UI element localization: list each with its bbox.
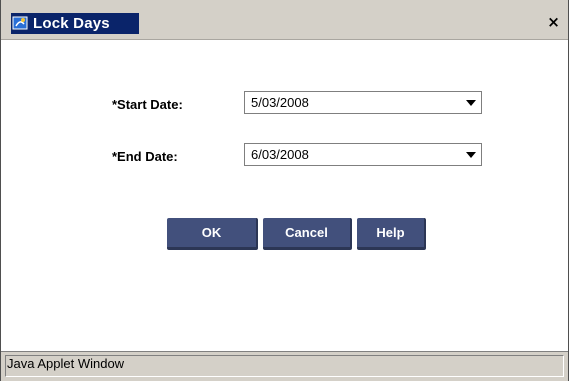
ok-button[interactable]: OK [167,218,258,250]
end-date-row: *End Date: 6/03/2008 [1,143,568,169]
start-date-select[interactable]: 5/03/2008 [244,91,482,114]
end-date-value: 6/03/2008 [251,147,309,162]
start-date-value: 5/03/2008 [251,95,309,110]
java-applet-icon [12,16,28,30]
chevron-down-icon[interactable] [466,100,476,106]
end-date-label: *End Date: [112,149,178,164]
lock-days-dialog: Lock Days × *Start Date: 5/03/2008 *End … [0,0,569,381]
close-icon[interactable]: × [545,14,562,31]
start-date-label: *Start Date: [112,97,183,112]
status-bar: Java Applet Window [1,351,568,381]
end-date-select[interactable]: 6/03/2008 [244,143,482,166]
chevron-down-icon[interactable] [466,152,476,158]
window-title: Lock Days [31,14,114,34]
status-text: Java Applet Window [7,356,125,371]
help-button[interactable]: Help [357,218,426,250]
title-bar[interactable]: Lock Days × [1,0,568,40]
cancel-button[interactable]: Cancel [263,218,352,250]
start-date-row: *Start Date: 5/03/2008 [1,91,568,117]
